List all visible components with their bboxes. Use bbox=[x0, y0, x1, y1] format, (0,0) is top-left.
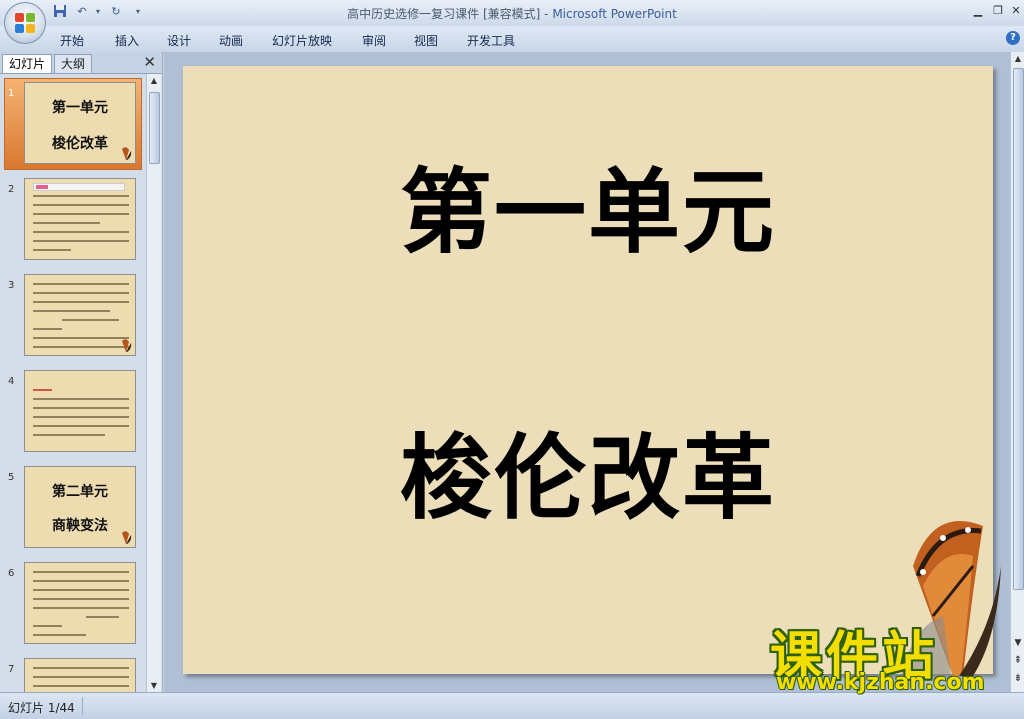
scroll-up-icon[interactable]: ▲ bbox=[149, 76, 159, 85]
current-slide[interactable]: 第一单元 梭伦改革 bbox=[183, 66, 1001, 676]
thumbnail-number: 7 bbox=[8, 664, 15, 675]
thumbnail-number: 5 bbox=[8, 472, 15, 483]
thumbnail-header-bar bbox=[33, 183, 125, 191]
slide-title[interactable]: 第一单元 bbox=[183, 138, 993, 271]
thumbnail-title: 第一单元 bbox=[52, 100, 108, 116]
thumbnail-text-lines bbox=[33, 571, 129, 643]
thumbnail-number: 2 bbox=[8, 184, 15, 195]
previous-slide-icon[interactable]: ⇞ bbox=[1013, 655, 1023, 666]
tab-slide-show[interactable]: 幻灯片放映 bbox=[272, 32, 332, 49]
tab-design[interactable]: 设计 bbox=[167, 32, 191, 49]
watermark-url: www.kjzhan.com bbox=[776, 670, 985, 695]
thumbnail-text-lines bbox=[33, 667, 129, 692]
slide-indicator: 幻灯片 1/44 bbox=[8, 701, 75, 715]
butterfly-icon bbox=[122, 531, 132, 544]
thumbnail-number: 4 bbox=[8, 376, 15, 387]
tab-view[interactable]: 视图 bbox=[414, 32, 438, 49]
slide-thumbnail[interactable] bbox=[24, 370, 136, 452]
status-bar: 幻灯片 1/44 bbox=[0, 692, 1024, 719]
ribbon-tabs: 开始 插入 设计 动画 幻灯片放映 审阅 视图 开发工具 ? bbox=[0, 26, 1024, 53]
thumbnail-number: 3 bbox=[8, 280, 15, 291]
thumbnail-text-lines bbox=[33, 283, 129, 355]
thumbnail-title: 第二单元 bbox=[52, 484, 108, 500]
status-divider bbox=[82, 697, 83, 715]
scroll-up-icon[interactable]: ▲ bbox=[1013, 54, 1023, 63]
scroll-down-icon[interactable]: ▼ bbox=[149, 681, 159, 690]
restore-icon[interactable]: ❐ bbox=[988, 3, 1008, 19]
tab-slides[interactable]: 幻灯片 bbox=[2, 54, 53, 73]
title-separator: - bbox=[540, 7, 553, 21]
slide-scrollbar[interactable]: ▲ ▼ ⇞ ⇟ bbox=[1010, 52, 1024, 692]
tab-insert[interactable]: 插入 bbox=[115, 32, 139, 49]
thumbnail-number: 1 bbox=[8, 88, 15, 99]
slide-thumbnail[interactable]: 第二单元 商鞅变法 bbox=[24, 466, 136, 548]
help-icon[interactable]: ? bbox=[1006, 31, 1020, 45]
slide-thumbnail[interactable] bbox=[24, 178, 136, 260]
slide-thumbnail[interactable] bbox=[24, 274, 136, 356]
office-logo-icon bbox=[15, 13, 35, 33]
app-name: Microsoft PowerPoint bbox=[552, 7, 677, 21]
slide-thumbnail[interactable] bbox=[24, 562, 136, 644]
window-title: 高中历史选修一复习课件 [兼容模式] - Microsoft PowerPoin… bbox=[0, 5, 1024, 22]
watermark-logo: 课件站 www.kjzhan.com bbox=[770, 614, 1010, 695]
next-slide-icon[interactable]: ⇟ bbox=[1013, 673, 1023, 684]
pane-tabs: 幻灯片 大纲 ✕ bbox=[0, 52, 162, 74]
document-name: 高中历史选修一复习课件 [兼容模式] bbox=[347, 7, 541, 21]
slides-pane: 幻灯片 大纲 ✕ 1 第一单元 梭伦改革 2 3 4 5 第二单元 商鞅变法 6… bbox=[0, 52, 163, 692]
tab-home[interactable]: 开始 bbox=[60, 32, 84, 49]
close-icon[interactable]: ✕ bbox=[1006, 3, 1024, 19]
butterfly-icon bbox=[122, 339, 132, 352]
slide-thumbnail[interactable]: 第一单元 梭伦改革 bbox=[24, 82, 136, 164]
thumbnail-number: 6 bbox=[8, 568, 15, 579]
minimize-icon[interactable]: ▁ bbox=[968, 3, 988, 19]
thumbnail-text-lines bbox=[33, 195, 129, 258]
butterfly-icon bbox=[122, 147, 132, 160]
close-pane-icon[interactable]: ✕ bbox=[143, 54, 156, 70]
title-bar: ↶ ▾ ↻ ▾ 高中历史选修一复习课件 [兼容模式] - Microsoft P… bbox=[0, 0, 1024, 27]
scrollbar-thumb[interactable] bbox=[1013, 68, 1024, 590]
tab-review[interactable]: 审阅 bbox=[362, 32, 386, 49]
thumbnail-list: 1 第一单元 梭伦改革 2 3 4 5 第二单元 商鞅变法 6 7 bbox=[0, 74, 146, 692]
slide-thumbnail[interactable] bbox=[24, 658, 136, 692]
thumbnail-text-lines bbox=[33, 389, 129, 443]
header-tag bbox=[36, 185, 48, 189]
office-button[interactable] bbox=[4, 2, 46, 44]
slide-editor: 第一单元 梭伦改革 bbox=[164, 52, 1010, 692]
thumbnails-scrollbar[interactable]: ▲ ▼ bbox=[146, 74, 161, 692]
tab-animations[interactable]: 动画 bbox=[219, 32, 243, 49]
tab-developer[interactable]: 开发工具 bbox=[467, 32, 515, 49]
scrollbar-thumb[interactable] bbox=[149, 92, 160, 164]
slide-subtitle[interactable]: 梭伦改革 bbox=[183, 404, 993, 537]
scroll-down-icon[interactable]: ▼ bbox=[1013, 638, 1023, 648]
tab-outline[interactable]: 大纲 bbox=[54, 54, 93, 73]
